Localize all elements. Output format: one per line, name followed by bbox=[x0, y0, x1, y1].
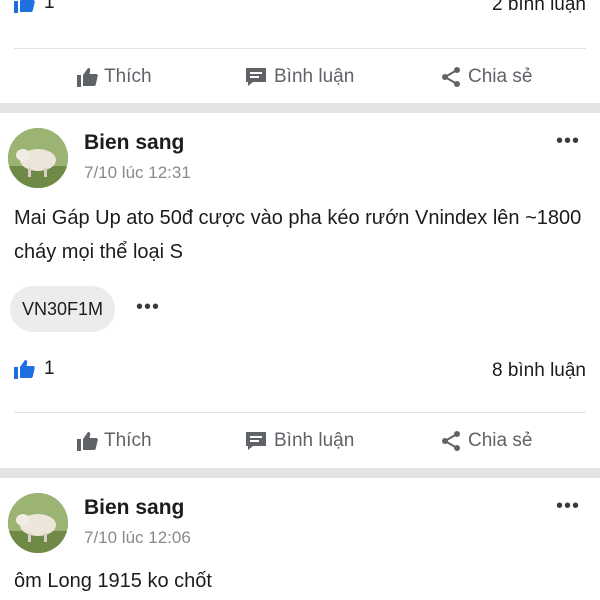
top-post-comment-count[interactable]: 2 bình luận bbox=[492, 0, 586, 16]
more-dots-icon[interactable]: ••• bbox=[136, 296, 160, 319]
avatar[interactable] bbox=[8, 493, 68, 553]
avatar[interactable] bbox=[8, 128, 68, 188]
like-button[interactable]: Thích bbox=[76, 57, 152, 97]
post-timestamp: 7/10 lúc 12:06 bbox=[84, 528, 191, 547]
like-count-text: 1 bbox=[44, 358, 55, 379]
sheep-avatar-image bbox=[8, 128, 68, 188]
post-action-bar: Thích Bình luận Chia sẻ bbox=[0, 410, 600, 472]
post-author[interactable]: Bien sang bbox=[84, 496, 184, 520]
thumbs-up-icon bbox=[12, 0, 36, 14]
post-like-count[interactable]: 1 bbox=[12, 358, 55, 380]
top-post-like-count[interactable]: 1 bbox=[12, 0, 55, 14]
like-count-text: 1 bbox=[44, 0, 55, 13]
post-content: Mai Gáp Up ato 50đ cược vào pha kéo rướn… bbox=[14, 207, 582, 263]
comment-label: Bình luận bbox=[274, 66, 355, 87]
comment-label: Bình luận bbox=[274, 430, 355, 451]
post-comment-count[interactable]: 8 bình luận bbox=[492, 360, 586, 382]
stock-tag-chip[interactable]: VN30F1M bbox=[10, 286, 116, 332]
comment-bubble-icon bbox=[244, 431, 268, 451]
sheep-avatar-image bbox=[8, 493, 68, 553]
post-author[interactable]: Bien sang bbox=[84, 131, 184, 155]
like-button[interactable]: Thích bbox=[76, 421, 152, 461]
comment-bubble-icon bbox=[244, 67, 268, 87]
comment-button[interactable]: Bình luận bbox=[244, 421, 354, 461]
post-separator bbox=[0, 468, 600, 478]
more-dots-icon[interactable]: ••• bbox=[556, 130, 580, 153]
share-label: Chia sẻ bbox=[468, 430, 533, 451]
thumbs-up-icon bbox=[76, 67, 98, 87]
share-label: Chia sẻ bbox=[468, 66, 533, 87]
top-post-action-bar: Thích Bình luận Chia sẻ bbox=[0, 46, 600, 108]
post-content: ôm Long 1915 ko chốt bbox=[14, 570, 212, 592]
share-icon bbox=[440, 430, 462, 452]
thumbs-up-icon bbox=[76, 431, 98, 451]
like-label: Thích bbox=[104, 66, 152, 87]
more-dots-icon[interactable]: ••• bbox=[556, 495, 580, 518]
comment-button[interactable]: Bình luận bbox=[244, 57, 354, 97]
share-icon bbox=[440, 66, 462, 88]
share-button[interactable]: Chia sẻ bbox=[440, 57, 532, 97]
share-button[interactable]: Chia sẻ bbox=[440, 421, 532, 461]
thumbs-up-icon bbox=[12, 358, 36, 380]
post-separator bbox=[0, 103, 600, 113]
like-label: Thích bbox=[104, 430, 152, 451]
post-timestamp: 7/10 lúc 12:31 bbox=[84, 163, 191, 182]
